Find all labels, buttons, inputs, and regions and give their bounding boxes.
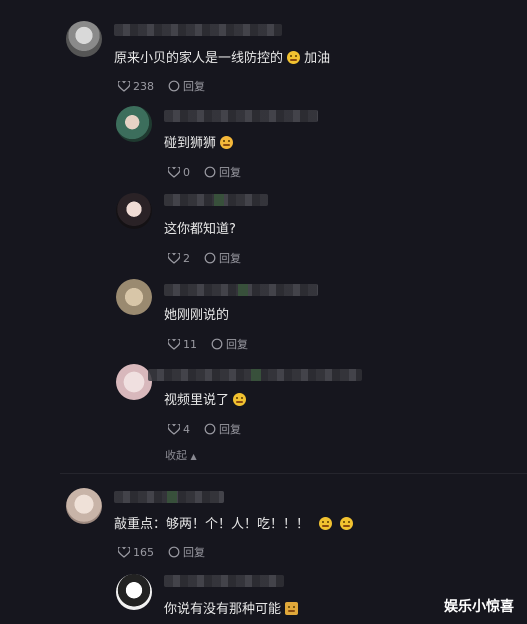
comment-text: 你说有没有那种可能 xyxy=(164,598,299,617)
like-count: 4 xyxy=(183,422,190,436)
emoji-face-icon xyxy=(340,517,354,530)
like-count: 238 xyxy=(133,79,154,93)
like-button[interactable]: 4 xyxy=(168,423,204,436)
heart-icon xyxy=(168,338,180,350)
like-button[interactable]: 2 xyxy=(168,252,204,265)
heart-icon xyxy=(118,546,130,558)
comment-text: 原来小贝的家人是一线防控的 加油 xyxy=(114,47,330,66)
chevron-up-icon: ▲ xyxy=(190,452,197,461)
avatar[interactable] xyxy=(116,106,152,142)
comment-actions: 4 回复 xyxy=(168,421,241,437)
reply-bubble-icon xyxy=(211,338,223,350)
heart-icon xyxy=(168,252,180,264)
comment-suffix: 加油 xyxy=(304,51,331,66)
comment-actions: 238 回复 xyxy=(118,78,205,94)
reply-button[interactable]: 回复 xyxy=(168,544,205,560)
comment-actions: 165 回复 xyxy=(118,544,205,560)
comment-actions: 2 回复 xyxy=(168,250,241,266)
username-blurred[interactable] xyxy=(114,24,282,36)
username-blurred[interactable] xyxy=(114,491,224,503)
avatar[interactable] xyxy=(116,574,152,610)
like-button[interactable]: 11 xyxy=(168,338,211,351)
like-count: 2 xyxy=(183,251,190,265)
username-blurred[interactable] xyxy=(148,369,362,381)
like-button[interactable]: 165 xyxy=(118,546,168,559)
username-blurred[interactable] xyxy=(164,194,268,206)
heart-icon xyxy=(168,166,180,178)
divider xyxy=(60,473,527,474)
like-count: 165 xyxy=(133,545,154,559)
comment-text: 视频里说了 xyxy=(164,389,247,408)
reply-label: 回复 xyxy=(183,546,205,559)
reply-button[interactable]: 回复 xyxy=(204,421,241,437)
reply-label: 回复 xyxy=(219,423,241,436)
reply-bubble-icon xyxy=(168,80,180,92)
heart-icon xyxy=(118,80,130,92)
comment-text: 碰到狮狮 xyxy=(164,132,234,151)
avatar[interactable] xyxy=(66,488,102,524)
username-blurred[interactable] xyxy=(164,575,284,587)
collapse-replies-button[interactable]: 收起 ▲ xyxy=(165,447,197,463)
heart-icon xyxy=(168,423,180,435)
username-blurred[interactable] xyxy=(164,284,318,296)
comment-body: 这你都知道? xyxy=(164,222,236,237)
reply-bubble-icon xyxy=(168,546,180,558)
emoji-laugh-icon xyxy=(220,136,234,149)
avatar[interactable] xyxy=(116,279,152,315)
reply-label: 回复 xyxy=(219,252,241,265)
username-blurred[interactable] xyxy=(164,110,318,122)
reply-bubble-icon xyxy=(204,166,216,178)
comment-text: 这你都知道? xyxy=(164,218,236,237)
comment-body: 她刚刚说的 xyxy=(164,308,230,323)
emoji-note-icon xyxy=(285,602,299,615)
like-count: 11 xyxy=(183,337,197,351)
emoji-face-icon xyxy=(287,51,301,64)
reply-button[interactable]: 回复 xyxy=(168,78,205,94)
like-count: 0 xyxy=(183,165,190,179)
reply-button[interactable]: 回复 xyxy=(204,250,241,266)
collapse-label: 收起 xyxy=(165,449,187,462)
emoji-face-icon xyxy=(233,393,247,406)
emoji-face-icon xyxy=(319,517,333,530)
avatar[interactable] xyxy=(66,21,102,57)
like-button[interactable]: 238 xyxy=(118,80,168,93)
avatar[interactable] xyxy=(116,364,152,400)
comment-text: 她刚刚说的 xyxy=(164,304,229,323)
comment-actions: 11 回复 xyxy=(168,336,248,352)
reply-button[interactable]: 回复 xyxy=(204,164,241,180)
comment-text: 敲重点：够两！个！人！吃！！！ xyxy=(114,513,354,532)
reply-label: 回复 xyxy=(219,166,241,179)
comment-actions: 0 回复 xyxy=(168,164,241,180)
watermark: 娱乐小惊喜 xyxy=(444,599,514,615)
reply-button[interactable]: 回复 xyxy=(211,336,248,352)
comment-body: 碰到狮狮 xyxy=(164,136,217,151)
reply-label: 回复 xyxy=(226,338,248,351)
comment-body: 原来小贝的家人是一线防控的 xyxy=(114,51,284,66)
reply-bubble-icon xyxy=(204,252,216,264)
comment-body: 敲重点：够两！个！人！吃！！！ xyxy=(114,517,310,532)
reply-bubble-icon xyxy=(204,423,216,435)
avatar[interactable] xyxy=(116,193,152,229)
reply-label: 回复 xyxy=(183,80,205,93)
comment-body: 你说有没有那种可能 xyxy=(164,602,282,617)
comment-body: 视频里说了 xyxy=(164,393,230,408)
like-button[interactable]: 0 xyxy=(168,166,204,179)
